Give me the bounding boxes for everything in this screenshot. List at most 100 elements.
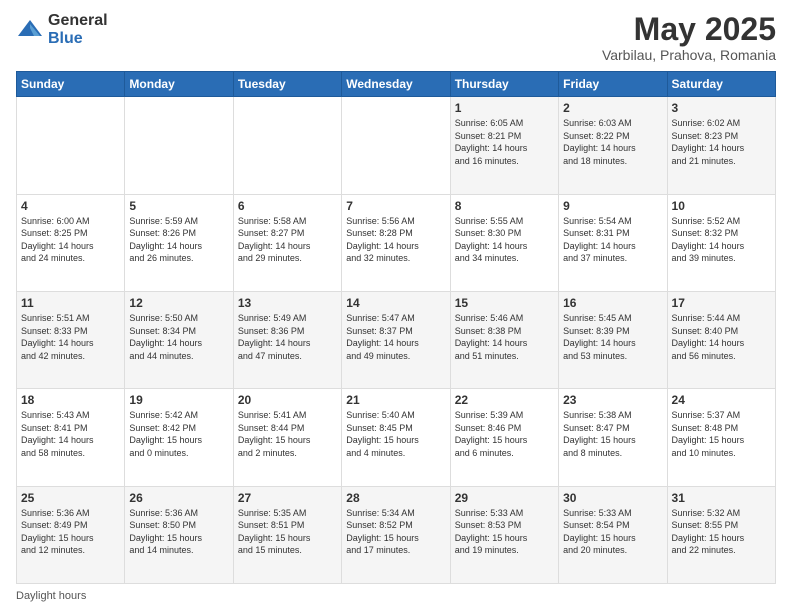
cell-w3-d5: 15 Sunrise: 5:46 AMSunset: 8:38 PMDayligh… xyxy=(450,291,558,388)
day-info: Sunrise: 5:52 AMSunset: 8:32 PMDaylight:… xyxy=(672,215,771,265)
logo: General Blue xyxy=(16,12,108,47)
day-info: Sunrise: 5:46 AMSunset: 8:38 PMDaylight:… xyxy=(455,312,554,362)
col-saturday: Saturday xyxy=(667,72,775,97)
day-info: Sunrise: 5:58 AMSunset: 8:27 PMDaylight:… xyxy=(238,215,337,265)
cell-w4-d5: 22Sunrise: 5:39 AMSunset: 8:46 PMDayligh… xyxy=(450,389,558,486)
cell-w4-d3: 20 Sunrise: 5:41 AMSunset: 8:44 PMDayligh… xyxy=(233,389,341,486)
day-number: 8 xyxy=(455,199,554,213)
calendar-body: 1 Sunrise: 6:05 AMSunset: 8:21 PMDaylight… xyxy=(17,97,776,584)
cell-w3-d7: 17 Sunrise: 5:44 AMSunset: 8:40 PMDayligh… xyxy=(667,291,775,388)
title-block: May 2025 Varbilau, Prahova, Romania xyxy=(602,12,776,63)
cell-w2-d1: 4 Sunrise: 6:00 AMSunset: 8:25 PMDaylight… xyxy=(17,194,125,291)
logo-blue-text: Blue xyxy=(48,30,108,48)
day-info: Sunrise: 5:38 AMSunset: 8:47 PMDaylight:… xyxy=(563,409,662,459)
day-info: Sunrise: 5:32 AMSunset: 8:55 PMDaylight:… xyxy=(672,507,771,557)
col-thursday: Thursday xyxy=(450,72,558,97)
cell-w4-d7: 24 Sunrise: 5:37 AMSunset: 8:48 PMDayligh… xyxy=(667,389,775,486)
day-info: Sunrise: 5:41 AMSunset: 8:44 PMDaylight:… xyxy=(238,409,337,459)
header-row: Sunday Monday Tuesday Wednesday Thursday… xyxy=(17,72,776,97)
day-number: 2 xyxy=(563,101,662,115)
cell-w5-d3: 27 Sunrise: 5:35 AMSunset: 8:51 PMDayligh… xyxy=(233,486,341,583)
day-info: Sunrise: 5:51 AMSunset: 8:33 PMDaylight:… xyxy=(21,312,120,362)
cell-w2-d7: 10 Sunrise: 5:52 AMSunset: 8:32 PMDayligh… xyxy=(667,194,775,291)
day-info: Sunrise: 5:49 AMSunset: 8:36 PMDaylight:… xyxy=(238,312,337,362)
day-number: 22 xyxy=(455,393,554,407)
col-monday: Monday xyxy=(125,72,233,97)
logo-text: General Blue xyxy=(48,12,108,47)
col-tuesday: Tuesday xyxy=(233,72,341,97)
day-info: Sunrise: 5:35 AMSunset: 8:51 PMDaylight:… xyxy=(238,507,337,557)
day-info: Sunrise: 5:33 AMSunset: 8:53 PMDaylight:… xyxy=(455,507,554,557)
cell-w5-d6: 30 Sunrise: 5:33 AMSunset: 8:54 PMDayligh… xyxy=(559,486,667,583)
cell-w1-d7: 3 Sunrise: 6:02 AMSunset: 8:23 PMDaylight… xyxy=(667,97,775,194)
cell-w5-d5: 29 Sunrise: 5:33 AMSunset: 8:53 PMDayligh… xyxy=(450,486,558,583)
week-row-3: 11Sunrise: 5:51 AMSunset: 8:33 PMDayligh… xyxy=(17,291,776,388)
day-info: Sunrise: 6:00 AMSunset: 8:25 PMDaylight:… xyxy=(21,215,120,265)
day-info: Sunrise: 5:56 AMSunset: 8:28 PMDaylight:… xyxy=(346,215,445,265)
cell-w2-d5: 8 Sunrise: 5:55 AMSunset: 8:30 PMDaylight… xyxy=(450,194,558,291)
cell-w4-d6: 23 Sunrise: 5:38 AMSunset: 8:47 PMDayligh… xyxy=(559,389,667,486)
cell-w3-d2: 12 Sunrise: 5:50 AMSunset: 8:34 PMDayligh… xyxy=(125,291,233,388)
day-info: Sunrise: 5:33 AMSunset: 8:54 PMDaylight:… xyxy=(563,507,662,557)
day-number: 15 xyxy=(455,296,554,310)
cell-w2-d2: 5 Sunrise: 5:59 AMSunset: 8:26 PMDaylight… xyxy=(125,194,233,291)
week-row-2: 4 Sunrise: 6:00 AMSunset: 8:25 PMDaylight… xyxy=(17,194,776,291)
day-number: 16 xyxy=(563,296,662,310)
cell-w3-d3: 13 Sunrise: 5:49 AMSunset: 8:36 PMDayligh… xyxy=(233,291,341,388)
day-number: 12 xyxy=(129,296,228,310)
day-number: 31 xyxy=(672,491,771,505)
week-row-1: 1 Sunrise: 6:05 AMSunset: 8:21 PMDaylight… xyxy=(17,97,776,194)
day-number: 10 xyxy=(672,199,771,213)
week-row-4: 18Sunrise: 5:43 AMSunset: 8:41 PMDayligh… xyxy=(17,389,776,486)
day-number: 23 xyxy=(563,393,662,407)
day-info: Sunrise: 5:55 AMSunset: 8:30 PMDaylight:… xyxy=(455,215,554,265)
day-info: Sunrise: 5:36 AMSunset: 8:50 PMDaylight:… xyxy=(129,507,228,557)
day-info: Sunrise: 5:37 AMSunset: 8:48 PMDaylight:… xyxy=(672,409,771,459)
day-info: Sunrise: 5:36 AMSunset: 8:49 PMDaylight:… xyxy=(21,507,120,557)
day-number: 17 xyxy=(672,296,771,310)
day-info: Sunrise: 5:59 AMSunset: 8:26 PMDaylight:… xyxy=(129,215,228,265)
logo-general-text: General xyxy=(48,12,108,30)
calendar-header: Sunday Monday Tuesday Wednesday Thursday… xyxy=(17,72,776,97)
day-info: Sunrise: 5:50 AMSunset: 8:34 PMDaylight:… xyxy=(129,312,228,362)
col-friday: Friday xyxy=(559,72,667,97)
day-number: 25 xyxy=(21,491,120,505)
day-number: 24 xyxy=(672,393,771,407)
cell-w3-d6: 16 Sunrise: 5:45 AMSunset: 8:39 PMDayligh… xyxy=(559,291,667,388)
day-info: Sunrise: 5:40 AMSunset: 8:45 PMDaylight:… xyxy=(346,409,445,459)
cell-w1-d2 xyxy=(125,97,233,194)
day-number: 9 xyxy=(563,199,662,213)
day-number: 20 xyxy=(238,393,337,407)
day-number: 13 xyxy=(238,296,337,310)
cell-w3-d4: 14 Sunrise: 5:47 AMSunset: 8:37 PMDayligh… xyxy=(342,291,450,388)
cell-w4-d1: 18Sunrise: 5:43 AMSunset: 8:41 PMDayligh… xyxy=(17,389,125,486)
day-number: 4 xyxy=(21,199,120,213)
cell-w4-d2: 19Sunrise: 5:42 AMSunset: 8:42 PMDayligh… xyxy=(125,389,233,486)
cell-w1-d4 xyxy=(342,97,450,194)
page: General Blue May 2025 Varbilau, Prahova,… xyxy=(0,0,792,612)
day-number: 29 xyxy=(455,491,554,505)
day-info: Sunrise: 6:03 AMSunset: 8:22 PMDaylight:… xyxy=(563,117,662,167)
day-number: 1 xyxy=(455,101,554,115)
day-info: Sunrise: 6:05 AMSunset: 8:21 PMDaylight:… xyxy=(455,117,554,167)
day-number: 6 xyxy=(238,199,337,213)
day-number: 3 xyxy=(672,101,771,115)
day-number: 14 xyxy=(346,296,445,310)
cell-w5-d2: 26Sunrise: 5:36 AMSunset: 8:50 PMDayligh… xyxy=(125,486,233,583)
day-info: Sunrise: 5:43 AMSunset: 8:41 PMDaylight:… xyxy=(21,409,120,459)
day-info: Sunrise: 6:02 AMSunset: 8:23 PMDaylight:… xyxy=(672,117,771,167)
day-number: 27 xyxy=(238,491,337,505)
day-info: Sunrise: 5:44 AMSunset: 8:40 PMDaylight:… xyxy=(672,312,771,362)
cell-w4-d4: 21Sunrise: 5:40 AMSunset: 8:45 PMDayligh… xyxy=(342,389,450,486)
day-info: Sunrise: 5:45 AMSunset: 8:39 PMDaylight:… xyxy=(563,312,662,362)
day-info: Sunrise: 5:47 AMSunset: 8:37 PMDaylight:… xyxy=(346,312,445,362)
day-number: 5 xyxy=(129,199,228,213)
week-row-5: 25 Sunrise: 5:36 AMSunset: 8:49 PMDayligh… xyxy=(17,486,776,583)
cell-w5-d7: 31 Sunrise: 5:32 AMSunset: 8:55 PMDayligh… xyxy=(667,486,775,583)
day-number: 30 xyxy=(563,491,662,505)
day-number: 19 xyxy=(129,393,228,407)
cell-w5-d4: 28Sunrise: 5:34 AMSunset: 8:52 PMDayligh… xyxy=(342,486,450,583)
cell-w1-d5: 1 Sunrise: 6:05 AMSunset: 8:21 PMDaylight… xyxy=(450,97,558,194)
cell-w1-d6: 2 Sunrise: 6:03 AMSunset: 8:22 PMDaylight… xyxy=(559,97,667,194)
cell-w3-d1: 11Sunrise: 5:51 AMSunset: 8:33 PMDayligh… xyxy=(17,291,125,388)
